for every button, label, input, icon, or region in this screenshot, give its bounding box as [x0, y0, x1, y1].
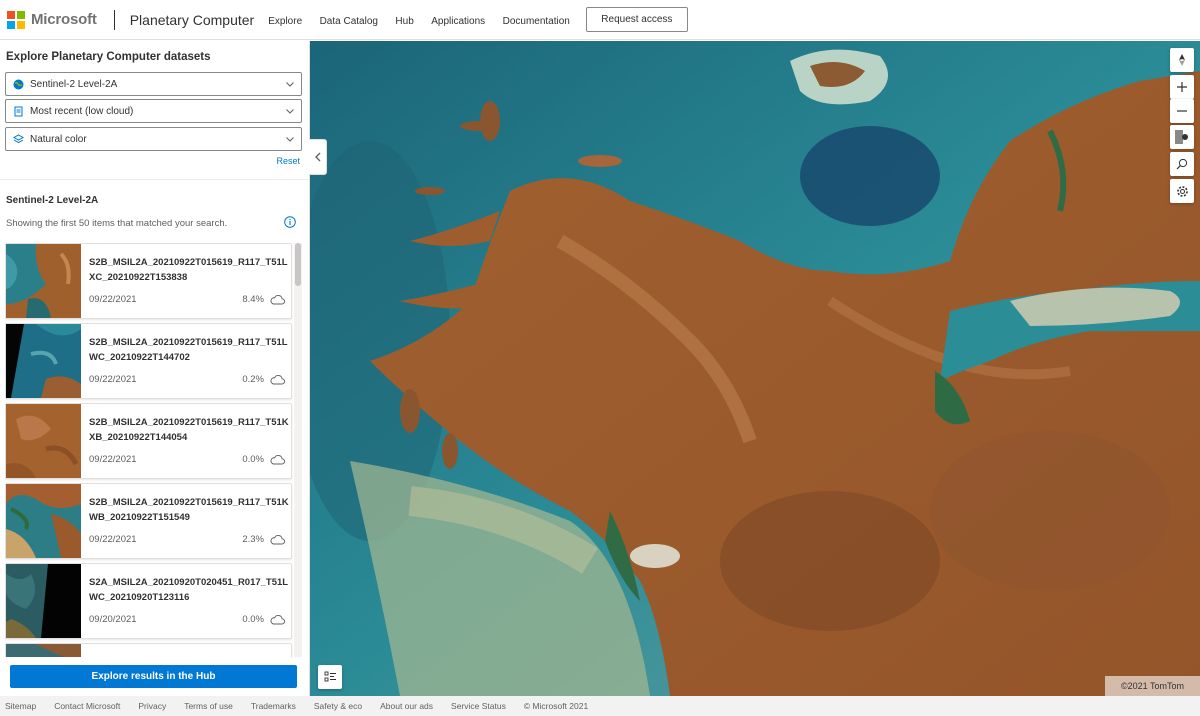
item-cloud-cover: 8.4%	[242, 294, 264, 305]
nav-explore[interactable]: Explore	[268, 16, 302, 27]
item-date: 09/20/2021	[89, 614, 137, 625]
item-date: 09/22/2021	[89, 454, 137, 465]
sidebar-title: Explore Planetary Computer datasets	[6, 51, 211, 63]
zoom-out-button[interactable]	[1170, 99, 1194, 123]
cloud-icon	[270, 614, 285, 625]
legend-icon	[324, 671, 336, 682]
zoom-in-icon	[1177, 82, 1187, 92]
map-settings-button[interactable]	[1170, 179, 1194, 203]
item-id: S2B_MSIL2A_20210922T015619_R117_T51LXC_2…	[89, 257, 288, 283]
item-cloud-cover: 0.2%	[242, 374, 264, 385]
item-date: 09/22/2021	[89, 294, 137, 305]
results-scrollbar[interactable]	[294, 243, 302, 657]
satellite-imagery	[310, 41, 1200, 696]
compass-icon	[1179, 54, 1185, 66]
item-date: 09/22/2021	[89, 534, 137, 545]
zoom-out-icon	[1177, 110, 1187, 112]
footer-link-ads[interactable]: About our ads	[380, 701, 433, 711]
microsoft-logo-icon	[7, 10, 25, 29]
sidebar-divider	[0, 179, 310, 180]
reset-link[interactable]: Reset	[276, 156, 300, 166]
item-id: S2B_MSIL2A_20210922T015619_R117_T51KWB_2…	[89, 497, 289, 523]
satellite-map[interactable]	[310, 41, 1200, 696]
item-cloud-cover: 2.3%	[242, 534, 264, 545]
item-cloud-cover: 0.0%	[242, 454, 264, 465]
item-thumbnail	[6, 404, 81, 478]
nav-data-catalog[interactable]: Data Catalog	[320, 16, 378, 27]
search-results-list[interactable]: S2B_MSIL2A_20210922T015619_R117_T51LXC_2…	[5, 243, 293, 657]
footer-link-trademarks[interactable]: Trademarks	[251, 701, 296, 711]
site-title[interactable]: Planetary Computer	[130, 12, 255, 28]
item-id: S2B_MSIL2A_20210922T015619_R117_T51KXB_2…	[89, 417, 289, 443]
explore-in-hub-button[interactable]: Explore results in the Hub	[10, 665, 297, 688]
list-item[interactable]: S2B_MSIL2A_20210922T015619_R117_T51KXB_2…	[5, 403, 292, 479]
layer-toggle-icon	[1175, 130, 1188, 144]
collapse-sidebar-button[interactable]	[309, 139, 327, 175]
microsoft-logo[interactable]: Microsoft	[7, 10, 97, 29]
cloud-icon	[270, 534, 285, 545]
scrollbar-thumb[interactable]	[295, 243, 301, 286]
chevron-down-icon	[286, 109, 294, 114]
cloud-icon	[270, 454, 285, 465]
top-header: Microsoft Planetary Computer Explore Dat…	[0, 0, 1200, 40]
item-thumbnail	[6, 484, 81, 558]
globe-icon	[13, 79, 24, 90]
nav-hub[interactable]: Hub	[395, 16, 413, 27]
layer-toggle-button[interactable]	[1170, 125, 1194, 149]
list-item[interactable]: S2B_MSIL2A_20210922T015619_R117_T51KWB_2…	[5, 483, 292, 559]
item-date: 09/22/2021	[89, 374, 137, 385]
cloud-icon	[270, 374, 285, 385]
chevron-down-icon	[286, 82, 294, 87]
settings-icon	[1176, 185, 1188, 197]
chevron-down-icon	[286, 137, 294, 142]
header-divider	[113, 9, 115, 30]
footer-link-privacy[interactable]: Privacy	[138, 701, 166, 711]
search-icon	[1176, 158, 1188, 170]
microsoft-brand-text: Microsoft	[31, 11, 97, 28]
legend-button[interactable]	[318, 665, 342, 689]
list-item[interactable]: S2B_MSIL2A_20210922T015619_R117_T51LWC_2…	[5, 323, 292, 399]
zoom-in-button[interactable]	[1170, 75, 1194, 99]
dataset-dropdown-value: Sentinel-2 Level-2A	[30, 78, 118, 90]
nav-documentation[interactable]: Documentation	[503, 16, 570, 27]
render-dropdown[interactable]: Natural color	[5, 127, 302, 151]
dataset-dropdown[interactable]: Sentinel-2 Level-2A	[5, 72, 302, 96]
chevron-left-icon	[314, 152, 320, 162]
footer-copyright: © Microsoft 2021	[523, 701, 589, 711]
footer-link-terms[interactable]: Terms of use	[184, 701, 233, 711]
nav-applications[interactable]: Applications	[431, 16, 485, 27]
document-icon	[13, 106, 24, 117]
main-nav: Explore Data Catalog Hub Applications Do…	[268, 11, 583, 29]
query-dropdown[interactable]: Most recent (low cloud)	[5, 99, 302, 123]
info-icon[interactable]	[284, 216, 296, 228]
footer-link-safety[interactable]: Safety & eco	[314, 701, 362, 711]
results-summary: Showing the first 50 items that matched …	[6, 218, 228, 229]
list-item[interactable]: S2B_MSIL2A_20210922T015619_R117_T51LXC_2…	[5, 243, 292, 319]
footer-link-service-status[interactable]: Service Status	[451, 701, 506, 711]
item-thumbnail	[6, 644, 81, 657]
list-item[interactable]: S2A_MSIL2A_20210920T020451_R017_T51LWC_2…	[5, 563, 292, 639]
list-item[interactable]	[5, 643, 292, 657]
item-thumbnail	[6, 564, 81, 638]
map-attribution: ©2021 TomTom	[1105, 676, 1200, 696]
site-footer: Sitemap Contact Microsoft Privacy Terms …	[0, 696, 1200, 716]
collection-title: Sentinel-2 Level-2A	[6, 195, 99, 206]
layers-icon	[13, 133, 24, 145]
item-cloud-cover: 0.0%	[242, 614, 264, 625]
explore-sidebar: Explore Planetary Computer datasets Sent…	[0, 41, 310, 696]
render-dropdown-value: Natural color	[30, 133, 87, 145]
map-search-button[interactable]	[1170, 152, 1194, 176]
query-dropdown-value: Most recent (low cloud)	[30, 105, 134, 117]
item-thumbnail	[6, 324, 81, 398]
footer-link-sitemap[interactable]: Sitemap	[5, 701, 36, 711]
request-access-button[interactable]: Request access	[585, 7, 688, 32]
cloud-icon	[270, 294, 285, 305]
compass-button[interactable]	[1170, 48, 1194, 72]
item-id: S2B_MSIL2A_20210922T015619_R117_T51LWC_2…	[89, 337, 288, 363]
item-id: S2A_MSIL2A_20210920T020451_R017_T51LWC_2…	[89, 577, 289, 603]
item-thumbnail	[6, 244, 81, 318]
footer-link-contact[interactable]: Contact Microsoft	[54, 701, 120, 711]
